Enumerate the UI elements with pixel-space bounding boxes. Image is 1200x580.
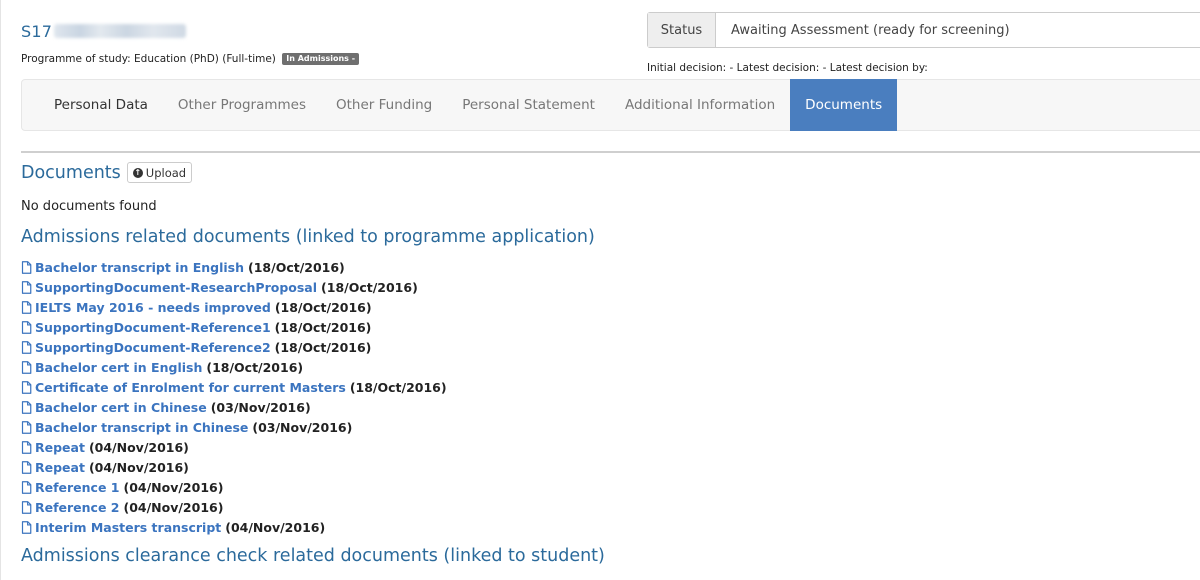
document-date: (18/Oct/2016)	[248, 259, 345, 275]
decision-summary: Initial decision: - Latest decision: - L…	[647, 62, 928, 74]
document-date: (04/Nov/2016)	[225, 520, 326, 536]
status-label: Status	[648, 13, 716, 47]
file-icon	[21, 441, 32, 454]
document-date: (18/Oct/2016)	[206, 359, 304, 375]
document-list-item: Bachelor transcript in English (18/Oct/20…	[21, 257, 447, 277]
file-icon	[21, 340, 32, 354]
document-list-item: SupportingDocument-Reference1 (18/Oct/201…	[21, 317, 447, 337]
document-list-item: Bachelor cert in English (18/Oct/2016)	[21, 357, 447, 377]
document-list-item: Reference 1 (04/Nov/2016)	[21, 478, 447, 498]
document-date: (18/Oct/2016)	[274, 299, 372, 315]
file-icon	[21, 401, 32, 414]
upload-button[interactable]: ↑ Upload	[126, 162, 193, 183]
document-list-item: Certificate of Enrolment for current Mas…	[21, 377, 447, 397]
document-date: (03/Nov/2016)	[210, 399, 311, 415]
admissions-documents-heading: Admissions related documents (linked to …	[21, 227, 595, 247]
file-icon	[21, 481, 32, 495]
document-link[interactable]: Bachelor transcript in Chinese	[35, 420, 248, 435]
document-link[interactable]: Interim Masters transcript	[35, 520, 221, 535]
programme-text: Programme of study: Education (PhD) (Ful…	[21, 53, 276, 65]
clearance-documents-heading: Admissions clearance check related docum…	[21, 546, 605, 566]
student-id-prefix: S17	[21, 22, 53, 41]
document-link[interactable]: Reference 2	[35, 500, 120, 515]
redacted-student-name	[54, 24, 187, 38]
document-link[interactable]: SupportingDocument-ResearchProposal	[35, 280, 317, 295]
document-link[interactable]: Repeat	[35, 460, 85, 475]
document-list-item: Interim Masters transcript (04/Nov/2016)	[21, 518, 447, 538]
documents-heading: Documents	[21, 162, 121, 183]
document-link[interactable]: Bachelor cert in Chinese	[35, 400, 207, 415]
document-list-item: Reference 2 (04/Nov/2016)	[21, 498, 447, 518]
file-icon	[21, 360, 32, 374]
file-icon	[21, 300, 32, 314]
file-icon	[21, 421, 32, 434]
tab-bar: Personal Data Other Programmes Other Fun…	[21, 79, 1200, 131]
document-date: (18/Oct/2016)	[321, 279, 418, 295]
tab-personal-data[interactable]: Personal Data	[39, 80, 163, 130]
tab-documents[interactable]: Documents	[790, 79, 898, 131]
tab-other-programmes[interactable]: Other Programmes	[163, 80, 321, 130]
document-date: (18/Oct/2016)	[274, 319, 372, 335]
page: S17 Programme of study: Education (PhD) …	[0, 0, 1200, 580]
file-icon	[21, 501, 32, 515]
document-date: (04/Nov/2016)	[88, 440, 189, 456]
section-divider	[21, 151, 1200, 153]
circle-arrow-up-icon: ↑	[132, 167, 143, 178]
admission-status-badge[interactable]: In Admissions -	[282, 53, 360, 65]
file-icon	[21, 320, 32, 334]
document-date: (04/Nov/2016)	[88, 460, 189, 476]
file-icon	[21, 280, 32, 294]
programme-of-study: Programme of study: Education (PhD) (Ful…	[21, 53, 360, 65]
document-date: (03/Nov/2016)	[252, 420, 353, 436]
document-link[interactable]: Bachelor cert in English	[35, 360, 202, 375]
document-link[interactable]: SupportingDocument-Reference2	[35, 340, 271, 355]
document-link[interactable]: SupportingDocument-Reference1	[35, 320, 271, 335]
document-link[interactable]: Bachelor transcript in English	[35, 260, 244, 275]
status-field: Status Awaiting Assessment (ready for sc…	[647, 12, 1200, 48]
document-date: (04/Nov/2016)	[123, 480, 224, 496]
no-documents-message: No documents found	[21, 199, 157, 214]
file-icon	[21, 521, 32, 535]
document-date: (04/Nov/2016)	[123, 500, 224, 516]
student-id-heading: S17	[21, 22, 187, 41]
tab-other-funding[interactable]: Other Funding	[321, 80, 447, 130]
document-list-item: SupportingDocument-ResearchProposal (18/O…	[21, 277, 447, 297]
tab-additional-information[interactable]: Additional Information	[610, 80, 790, 130]
document-date: (18/Oct/2016)	[349, 379, 447, 395]
file-icon	[21, 381, 32, 394]
status-value: Awaiting Assessment (ready for screening…	[716, 13, 1200, 47]
document-link[interactable]: IELTS May 2016 - needs improved	[35, 300, 271, 315]
documents-heading-row: Documents ↑ Upload	[21, 162, 193, 183]
document-list-item: Repeat (04/Nov/2016)	[21, 438, 447, 458]
file-icon	[21, 260, 32, 274]
tab-personal-statement[interactable]: Personal Statement	[447, 80, 610, 130]
admissions-document-list: Bachelor transcript in English (18/Oct/20…	[21, 257, 447, 538]
document-list-item: Bachelor transcript in Chinese (03/Nov/20…	[21, 418, 447, 438]
document-link[interactable]: Certificate of Enrolment for current Mas…	[35, 380, 346, 395]
upload-label: Upload	[145, 165, 187, 180]
document-list-item: Repeat (04/Nov/2016)	[21, 458, 447, 478]
file-icon	[21, 461, 32, 475]
document-link[interactable]: Repeat	[35, 440, 85, 455]
document-date: (18/Oct/2016)	[274, 339, 372, 355]
document-list-item: Bachelor cert in Chinese (03/Nov/2016)	[21, 397, 447, 417]
document-link[interactable]: Reference 1	[35, 480, 120, 495]
document-list-item: SupportingDocument-Reference2 (18/Oct/201…	[21, 337, 447, 357]
document-list-item: IELTS May 2016 - needs improved (18/Oct/2…	[21, 297, 447, 317]
